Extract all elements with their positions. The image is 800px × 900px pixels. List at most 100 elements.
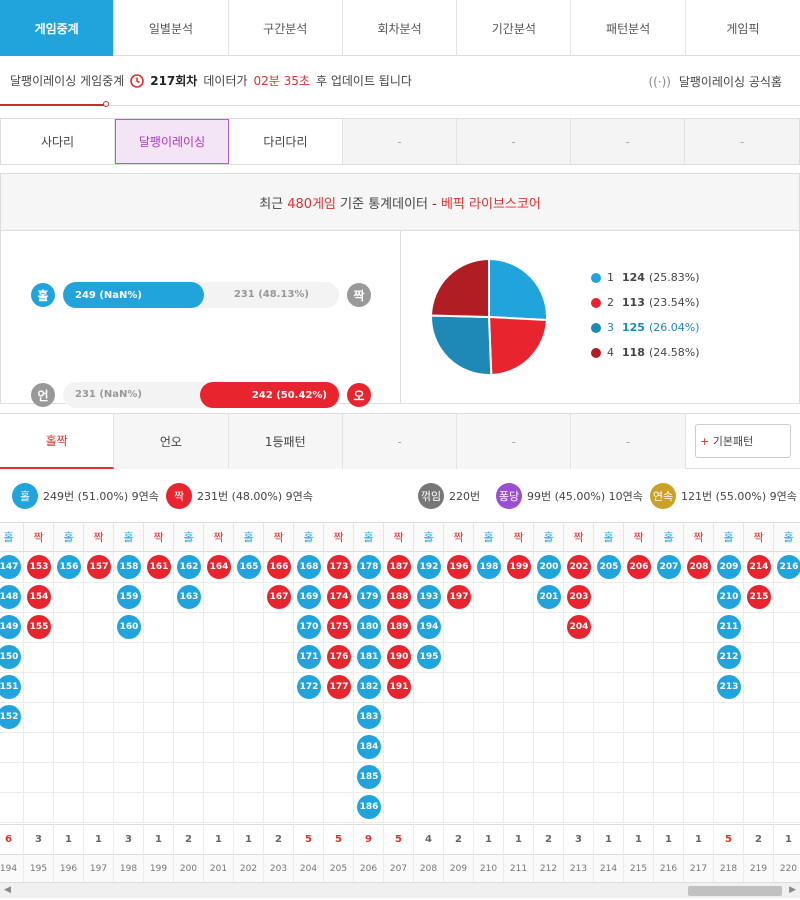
column-header: 홀 [294,522,324,552]
streak-count: 1 [504,824,534,854]
pattern-ball: 199 [507,555,531,579]
legend-pct: (25.83%) [648,271,700,284]
pie-slice-3 [430,314,493,376]
pattern-ball: 165 [237,555,261,579]
nav-tab-section[interactable]: 구간분석 [229,0,343,56]
round-number: 220 [774,854,800,882]
streak-count: 1 [474,824,504,854]
pattern-ball: 186 [357,795,381,819]
pattern-ball: 192 [417,555,441,579]
basic-pattern-select[interactable]: + 기본패턴 [695,424,791,458]
column-header: 홀 [534,522,564,552]
pattern-ball: 160 [117,615,141,639]
game-tab-ladder[interactable]: 사다리 [1,119,115,164]
summary-pong-text: 99번 (45.00%) 10연속 [527,490,643,503]
pattern-ball: 154 [27,585,51,609]
scroll-left-arrow-icon[interactable]: ◀ [4,885,11,895]
summary-even-text: 231번 (48.00%) 9연속 [197,490,313,503]
pattern-ball: 155 [27,615,51,639]
streak-count: 1 [594,824,624,854]
pattern-ball: 159 [117,585,141,609]
pie-legend-item: 1 124 (25.83%) [591,271,700,284]
legend-pct: (26.04%) [648,321,700,334]
pattern-column [234,552,264,822]
column-header: 짝 [384,522,414,552]
pong-icon: 퐁당 [496,483,522,509]
pattern-ball: 207 [657,555,681,579]
pattern-ball: 213 [717,675,741,699]
stats-title-brand: 베픽 라이브스코어 [440,196,541,212]
pattern-tab-empty: - [342,414,458,469]
status-time: 02분 35초 [253,74,310,88]
odd-even-bars: 홀 249 (NaN%) 231 (48.13%) 짝 언 231 (NaN%)… [1,231,401,408]
switch-icon: 꺾임 [418,483,444,509]
pattern-column [504,552,534,822]
pattern-ball: 185 [357,765,381,789]
scroll-right-arrow-icon[interactable]: ▶ [789,885,796,895]
stats-title: 최근 480게임 기준 통계데이터 - 베픽 라이브스코어 [1,174,799,231]
pie-legend-item: 4 118 (24.58%) [591,346,700,359]
streak-count: 5 [384,824,414,854]
over-value: 242 (50.42%) [251,389,327,401]
stats-panel: 최근 480게임 기준 통계데이터 - 베픽 라이브스코어 홀 249 (NaN… [0,173,800,408]
pattern-ball: 187 [387,555,411,579]
column-header: 짝 [624,522,654,552]
legend-count: 113 [622,296,645,309]
pattern-ball: 161 [147,555,171,579]
summary-switch: 꺾임 220번 [418,483,480,509]
official-home-label: 달팽이레이싱 공식홈 [678,75,782,89]
pattern-tab-empty: - [457,414,572,469]
game-tab-daridari[interactable]: 다리다리 [229,119,343,164]
summary-pong: 퐁당 99번 (45.00%) 10연속 [496,483,643,509]
nav-tab-period[interactable]: 기간분석 [457,0,572,56]
pattern-ball: 167 [267,585,291,609]
nav-tab-daily[interactable]: 일별분석 [114,0,229,56]
pie-slice-2 [487,315,548,376]
streak-count: 4 [414,824,444,854]
scrollbar-thumb[interactable] [688,886,782,896]
pattern-ball: 182 [357,675,381,699]
round-number: 212 [534,854,564,882]
pattern-ball: 201 [537,585,561,609]
streak-count: 5 [294,824,324,854]
pattern-tab-odd-even[interactable]: 홀짝 [0,414,115,469]
column-header: 홀 [714,522,744,552]
horizontal-scrollbar[interactable]: ◀ ▶ [0,882,800,898]
pattern-ball: 164 [207,555,231,579]
over-badge: 오 [347,383,371,407]
pattern-ball: 172 [297,675,321,699]
round-number: 203 [264,854,294,882]
nav-tab-pattern[interactable]: 패턴분석 [571,0,686,56]
summary-odd-text: 249번 (51.00%) 9연속 [43,490,159,503]
column-header: 홀 [474,522,504,552]
summary-even: 짝 231번 (48.00%) 9연속 [166,483,313,509]
round-number: 194 [0,854,24,882]
streak-count: 2 [264,824,294,854]
column-header: 홀 [414,522,444,552]
round-number: 199 [144,854,174,882]
round-number: 217 [684,854,714,882]
pattern-column [684,552,714,822]
official-home-link[interactable]: ((·)) 달팽이레이싱 공식홈 [648,73,782,90]
pattern-ball: 184 [357,735,381,759]
pattern-ball: 158 [117,555,141,579]
pattern-ball: 168 [297,555,321,579]
pattern-ball: 206 [627,555,651,579]
pattern-tab-under-over[interactable]: 언오 [114,414,229,469]
status-suffix: 후 업데이트 됩니다 [315,74,412,88]
pattern-ball: 214 [747,555,771,579]
game-tab-empty: - [457,119,571,164]
pattern-tab-first-place[interactable]: 1등패턴 [228,414,343,469]
streak-icon: 연속 [650,483,676,509]
status-mid: 데이터가 [203,74,248,88]
nav-tab-pick[interactable]: 게임픽 [686,0,800,56]
pattern-column [654,552,684,822]
game-tab-snail-racing[interactable]: 달팽이레이싱 [115,119,229,164]
even-badge: 짝 [347,283,371,307]
pattern-summary: 홀 249번 (51.00%) 9연속 짝 231번 (48.00%) 9연속 … [0,470,800,522]
summary-streak-text: 121번 (55.00%) 9연속 [681,490,797,503]
pattern-ball: 202 [567,555,591,579]
nav-tab-live[interactable]: 게임중계 [0,0,115,56]
game-tab-empty: - [685,119,799,164]
nav-tab-round[interactable]: 회차분석 [343,0,458,56]
